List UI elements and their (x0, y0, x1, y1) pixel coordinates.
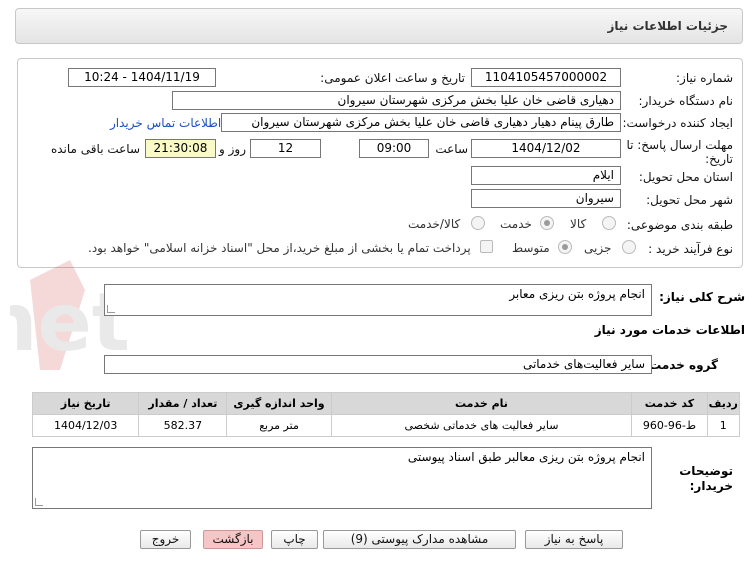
deadline-time-label: ساعت (435, 142, 468, 156)
days-label: روز و (219, 142, 246, 156)
attachments-button[interactable]: مشاهده مدارک پیوستی (9) (323, 530, 516, 549)
treasury-note: پرداخت تمام یا بخشی از مبلغ خرید،از محل … (88, 241, 471, 255)
category-option-goods: کالا (570, 217, 587, 231)
province-label: استان محل تحویل: (638, 170, 733, 184)
need-number-field: 1104105457000002 (471, 68, 621, 87)
cell-quantity: 582.37 (138, 414, 228, 437)
service-group-label: گروه خدمت: (644, 358, 718, 372)
process-radio-minor[interactable] (622, 240, 636, 254)
col-header-name: نام خدمت (330, 392, 633, 415)
province-field: ایلام (471, 166, 621, 185)
cell-code: ط-96-960 (631, 414, 708, 437)
page-header: جزئیات اطلاعات نیاز (15, 8, 743, 44)
buyer-label: نام دستگاه خریدار: (638, 94, 734, 108)
col-header-quantity: تعداد / مقدار (138, 392, 228, 415)
deadline-time-field: 09:00 (359, 139, 429, 158)
days-remaining-field: 12 (250, 139, 321, 158)
creator-label: ایجاد کننده درخواست: (622, 116, 733, 130)
process-option-minor: جزیی (584, 241, 612, 255)
category-radio-service[interactable] (540, 216, 554, 230)
col-header-code: کد خدمت (631, 392, 708, 415)
cell-unit: متر مربع (226, 414, 332, 437)
buyer-field: دهیاری قاضی خان علیا بخش مرکزی شهرستان س… (172, 91, 621, 110)
category-radio-goods-service[interactable] (471, 216, 485, 230)
summary-field: انجام پروژه بتن ریزی معابر (104, 284, 652, 316)
col-header-row: ردیف (706, 392, 741, 415)
city-label: شهر محل تحویل: (646, 193, 733, 207)
city-field: سیروان (471, 189, 621, 208)
exit-button[interactable]: خروج (140, 530, 191, 549)
process-option-medium: متوسط (512, 241, 550, 255)
process-radio-medium[interactable] (558, 240, 572, 254)
remaining-time-field: 21:30:08 (145, 139, 216, 158)
reply-button[interactable]: پاسخ به نیاز (525, 530, 623, 549)
announce-date-label: تاریخ و ساعت اعلان عمومی: (320, 71, 465, 85)
deadline-date-field: 1404/12/02 (471, 139, 621, 158)
info-panel (17, 58, 743, 268)
category-option-service: خدمت (500, 217, 532, 231)
table-header-row: ردیف کد خدمت نام خدمت واحد اندازه گیری ت… (31, 392, 741, 415)
resize-grip-icon[interactable] (107, 305, 115, 313)
process-label: نوع فرآیند خرید : (648, 242, 733, 256)
page-title: جزئیات اطلاعات نیاز (607, 19, 728, 33)
service-group-field: سایر فعالیت‌های خدماتی (104, 355, 652, 374)
treasury-checkbox[interactable] (480, 240, 493, 253)
services-section-title: اطلاعات خدمات مورد نیاز (594, 323, 745, 337)
table-row: 1 ط-96-960 سایر فعالیت های خدماتی شخصی م… (31, 414, 741, 437)
buyer-contact-link[interactable]: اطلاعات تماس خریدار (110, 116, 221, 130)
notes-text: انجام پروژه بتن ریزی معالبر طبق اسناد پی… (407, 450, 645, 464)
col-header-date: تاریخ نیاز (31, 392, 140, 415)
notes-label-buyer: خریدار: (689, 479, 733, 493)
print-button[interactable]: چاپ (271, 530, 318, 549)
cell-date: 1404/12/03 (31, 414, 140, 437)
summary-label: شرح کلی نیاز: (659, 290, 745, 304)
services-table: ردیف کد خدمت نام خدمت واحد اندازه گیری ت… (31, 392, 741, 437)
resize-grip-icon[interactable] (35, 498, 43, 506)
cell-name: سایر فعالیت های خدماتی شخصی (330, 414, 633, 437)
need-number-label: شماره نیاز: (676, 71, 733, 85)
deadline-label-date: تاریخ: (705, 152, 733, 166)
category-radio-goods[interactable] (602, 216, 616, 230)
col-header-unit: واحد اندازه گیری (226, 392, 332, 415)
watermark-shield-icon (30, 260, 85, 370)
summary-text: انجام پروژه بتن ریزی معابر (509, 287, 645, 301)
remaining-time-label: ساعت باقی مانده (50, 142, 140, 156)
category-label: طبقه بندی موضوعی: (626, 218, 733, 232)
announce-date-field: 1404/11/19 - 10:24 (68, 68, 216, 87)
creator-field: طارق پینام دهیار دهیاری قاضی خان علیا بخ… (221, 113, 621, 132)
category-option-goods-service: کالا/خدمت (408, 217, 461, 231)
deadline-label: مهلت ارسال پاسخ: تا (626, 138, 733, 152)
back-button[interactable]: بازگشت (203, 530, 263, 549)
notes-label: توضیحات (679, 464, 733, 478)
cell-row: 1 (706, 414, 741, 437)
notes-field: انجام پروژه بتن ریزی معالبر طبق اسناد پی… (32, 447, 652, 509)
